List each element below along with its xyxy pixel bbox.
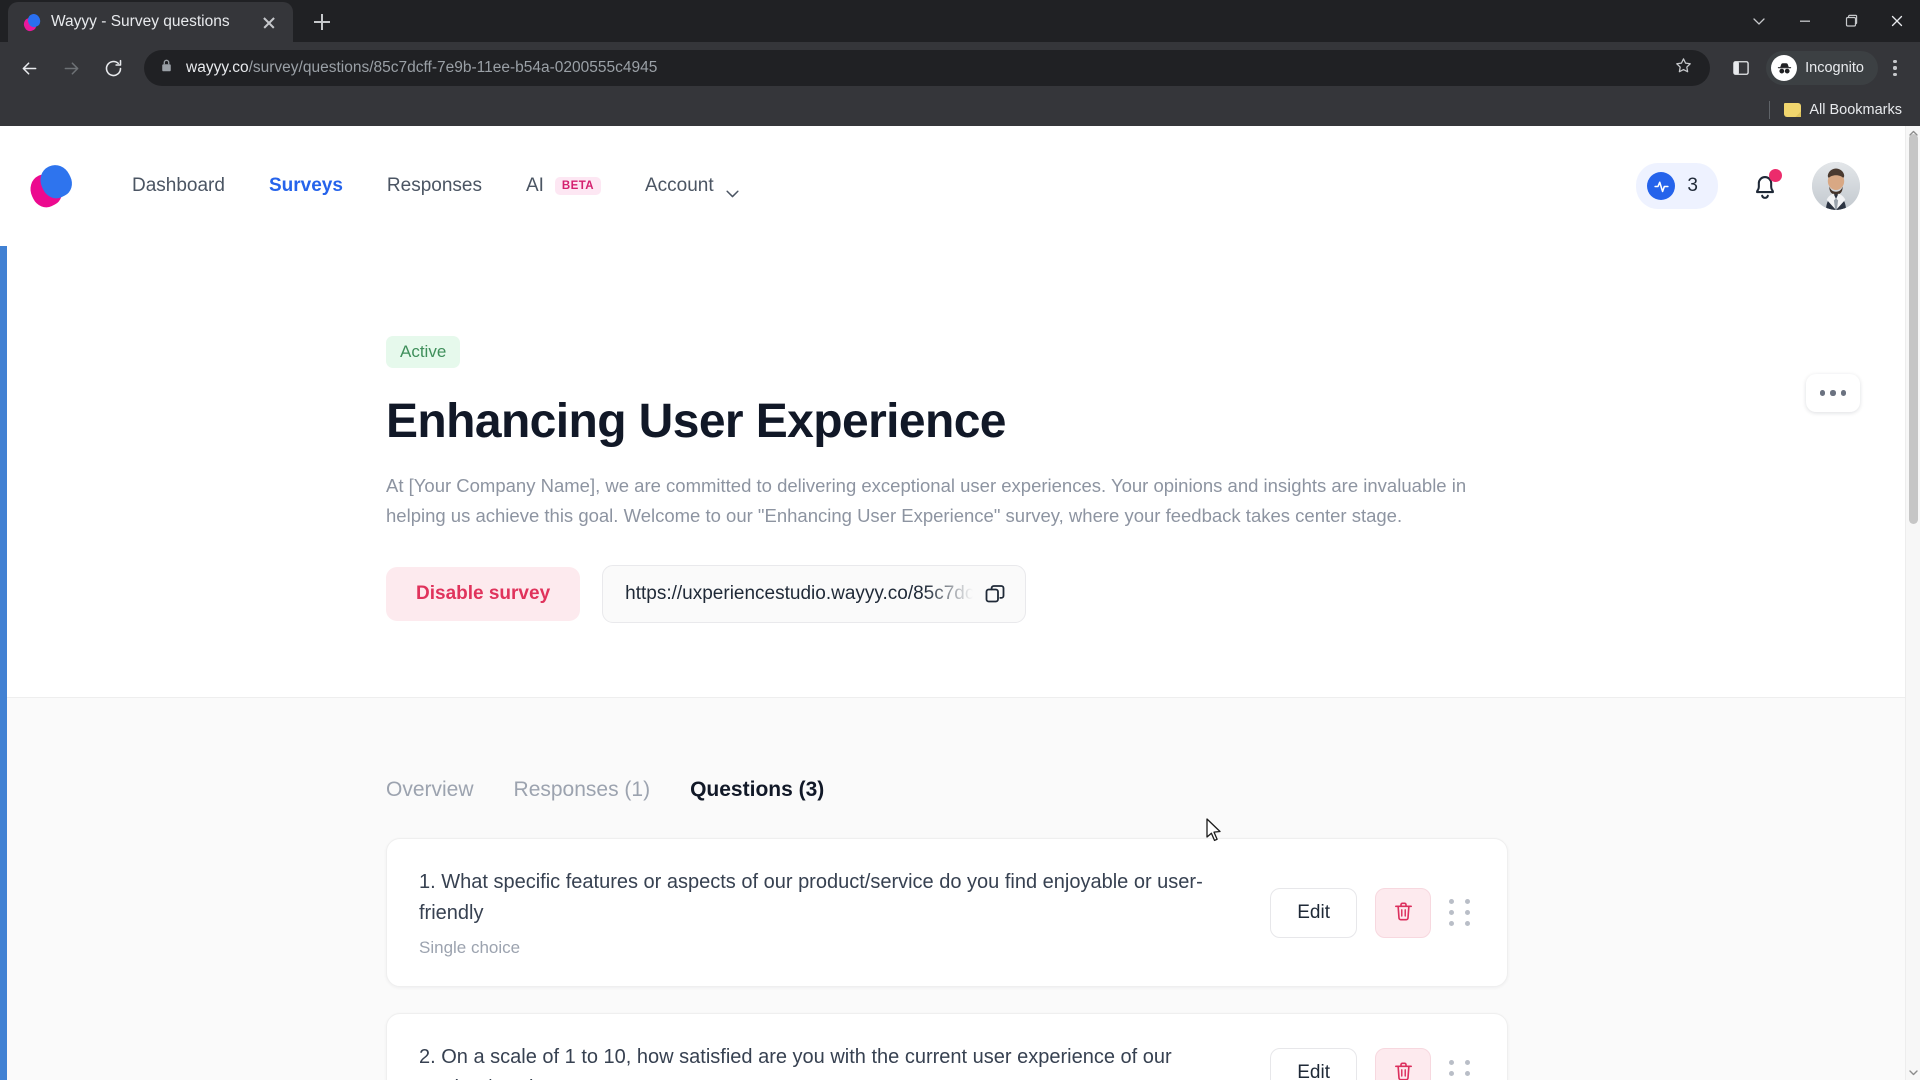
scroll-down-icon[interactable] — [1906, 1065, 1920, 1080]
nav-item-account[interactable]: Account — [623, 165, 761, 207]
toolbar-right: Incognito — [1722, 49, 1910, 87]
question-actions: Edit — [1270, 887, 1473, 938]
nav-item-account-label: Account — [644, 175, 714, 196]
question-card: 1. What specific features or aspects of … — [386, 838, 1508, 988]
reload-icon[interactable] — [94, 49, 132, 87]
credits-count: 3 — [1687, 175, 1698, 196]
minimize-icon[interactable] — [1782, 0, 1828, 42]
question-text: 2. On a scale of 1 to 10, how satisfied … — [419, 1046, 1172, 1080]
survey-detail-panel: Overview Responses (1) Questions (3) 1. … — [0, 697, 1920, 1080]
nav-item-ai-label: AI — [525, 175, 544, 196]
wayyy-logo-icon — [22, 11, 42, 33]
lock-icon — [160, 58, 174, 78]
nav-links: Dashboard Surveys Responses AI BETA Acco… — [110, 165, 761, 207]
bookmarks-bar: All Bookmarks — [0, 94, 1920, 126]
browser-toolbar: wayyy.co/survey/questions/85c7dcff-7e9b-… — [0, 42, 1920, 94]
survey-description: At [Your Company Name], we are committed… — [386, 475, 1467, 527]
survey-actions: Disable survey https://uxperiencestudio.… — [386, 565, 1860, 697]
activity-icon — [1647, 172, 1676, 200]
survey-more-menu-button[interactable] — [1806, 374, 1860, 412]
restore-icon[interactable] — [1828, 0, 1874, 42]
all-bookmarks-button[interactable]: All Bookmarks — [1778, 102, 1908, 118]
trash-icon — [1392, 900, 1415, 926]
side-panel-icon[interactable] — [1722, 49, 1760, 87]
page-scrollbar[interactable] — [1905, 126, 1920, 1080]
nav-item-responses[interactable]: Responses — [365, 165, 504, 207]
copy-icon[interactable] — [981, 580, 1009, 608]
window-controls — [1736, 0, 1920, 42]
scrollbar-thumb[interactable] — [1909, 134, 1918, 524]
incognito-icon — [1771, 55, 1798, 81]
edit-question-button[interactable]: Edit — [1270, 1048, 1357, 1080]
url-text: wayyy.co/survey/questions/85c7dcff-7e9b-… — [186, 59, 1662, 77]
delete-question-button[interactable] — [1375, 887, 1431, 938]
tab-overview[interactable]: Overview — [386, 768, 500, 812]
question-type: Single choice — [419, 938, 521, 958]
browser-tab[interactable]: Wayyy - Survey questions — [8, 2, 293, 42]
survey-hero: Active Enhancing User Experience At [You… — [0, 246, 1920, 698]
browser-window: Wayyy - Survey questions wayyy.co/survey… — [0, 0, 1920, 1080]
disable-survey-button[interactable]: Disable survey — [386, 567, 581, 622]
page-focus-indicator — [0, 246, 7, 1080]
address-bar[interactable]: wayyy.co/survey/questions/85c7dcff-7e9b-… — [144, 50, 1711, 86]
nav-item-surveys[interactable]: Surveys — [247, 165, 365, 207]
profile-chip[interactable]: Incognito — [1766, 51, 1878, 85]
page-title: Enhancing User Experience — [386, 395, 1007, 448]
tab-responses[interactable]: Responses (1) — [514, 768, 677, 812]
tab-strip: Wayyy - Survey questions — [0, 0, 1920, 42]
survey-tabs: Overview Responses (1) Questions (3) — [386, 698, 1860, 812]
navbar-right: 3 — [1636, 162, 1860, 210]
profile-label: Incognito — [1805, 60, 1864, 76]
folder-icon — [1784, 103, 1802, 117]
chevron-down-icon — [726, 182, 739, 198]
nav-item-ai[interactable]: AI BETA — [504, 165, 623, 207]
star-icon[interactable] — [1674, 56, 1696, 80]
edit-question-button[interactable]: Edit — [1270, 887, 1357, 938]
question-body: 1. What specific features or aspects of … — [419, 867, 1270, 958]
drag-handle-icon[interactable] — [1449, 898, 1473, 928]
all-bookmarks-label: All Bookmarks — [1809, 102, 1902, 118]
question-actions: Edit — [1270, 1048, 1473, 1080]
bookmarks-divider — [1769, 101, 1771, 119]
avatar[interactable] — [1812, 162, 1860, 210]
url-host: wayyy.co — [186, 59, 249, 76]
wayyy-logo-icon[interactable] — [25, 160, 77, 212]
back-arrow-icon[interactable] — [10, 49, 48, 87]
credits-badge[interactable]: 3 — [1636, 163, 1718, 209]
status-badge: Active — [386, 336, 461, 368]
delete-question-button[interactable] — [1375, 1048, 1431, 1080]
tab-title: Wayyy - Survey questions — [51, 13, 230, 30]
beta-badge: BETA — [554, 177, 601, 195]
trash-icon — [1392, 1060, 1415, 1080]
question-body: 2. On a scale of 1 to 10, how satisfied … — [419, 1042, 1270, 1080]
tab-questions[interactable]: Questions (3) — [690, 768, 850, 812]
close-window-icon[interactable] — [1874, 0, 1920, 42]
app-navbar: Dashboard Surveys Responses AI BETA Acco… — [0, 126, 1920, 246]
survey-public-url: https://uxperiencestudio.wayyy.co/85c7dc… — [625, 583, 973, 605]
forward-arrow-icon — [52, 49, 90, 87]
notification-unread-dot — [1769, 169, 1782, 182]
question-text: 1. What specific features or aspects of … — [419, 871, 1203, 925]
drag-handle-icon[interactable] — [1449, 1058, 1473, 1080]
notifications-button[interactable] — [1750, 169, 1782, 202]
survey-public-url-box[interactable]: https://uxperiencestudio.wayyy.co/85c7dc… — [602, 565, 1027, 624]
page-viewport: Dashboard Surveys Responses AI BETA Acco… — [0, 126, 1920, 1080]
close-icon[interactable] — [257, 10, 281, 34]
url-path: /survey/questions/85c7dcff-7e9b-11ee-b54… — [248, 59, 658, 76]
three-dot-menu-icon[interactable] — [1880, 49, 1910, 87]
new-tab-button[interactable] — [305, 5, 339, 39]
question-card: 2. On a scale of 1 to 10, how satisfied … — [386, 1013, 1508, 1080]
chevron-down-icon[interactable] — [1736, 0, 1782, 42]
mouse-pointer-icon — [1206, 818, 1223, 848]
nav-item-dashboard[interactable]: Dashboard — [110, 165, 247, 207]
